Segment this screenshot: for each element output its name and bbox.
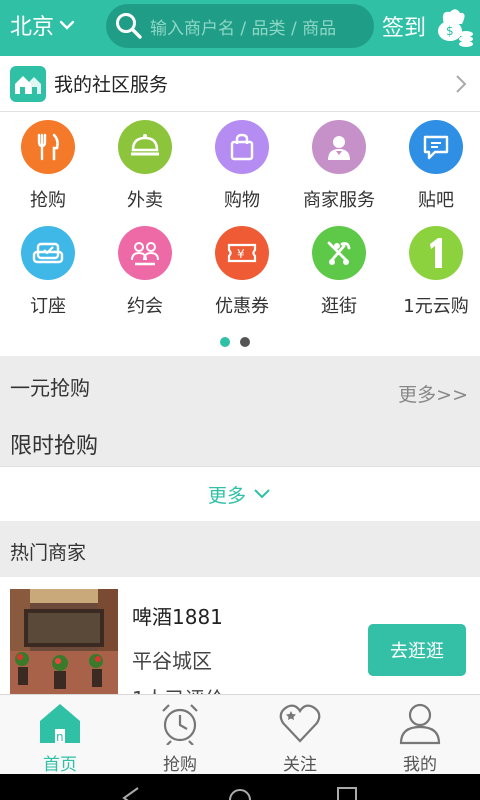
expand-more-button[interactable]: 更多 (0, 466, 480, 521)
service-stroll[interactable]: 逛街 (291, 218, 387, 324)
search-input[interactable]: 输入商户名 / 品类 / 商品 (106, 4, 374, 48)
service-flash-sale[interactable]: 抢购 (0, 112, 96, 218)
home-icon: n (40, 704, 80, 744)
waiter-icon (312, 120, 366, 174)
hot-merchants-title: 热门商家 (10, 542, 87, 564)
service-label: 优惠券 (215, 296, 269, 317)
hot-merchants-header: 热门商家 (0, 521, 480, 577)
service-shopping[interactable]: 购物 (194, 112, 290, 218)
heart-icon (279, 704, 321, 743)
service-label: 抢购 (30, 190, 66, 211)
food-cover-icon (118, 120, 172, 174)
tab-label: 我的 (403, 755, 437, 775)
shopping-bag-icon (215, 120, 269, 174)
community-title: 我的社区服务 (54, 74, 169, 96)
top-bar: 北京 输入商户名 / 品类 / 商品 签到 $ (0, 0, 480, 56)
tab-flash-sale[interactable]: 抢购 (120, 695, 240, 775)
checkin-button[interactable]: 签到 (382, 10, 426, 42)
chevron-down-icon (59, 20, 75, 30)
merchant-area: 平谷城区 (132, 649, 212, 673)
merchant-card[interactable]: 啤酒1881 平谷城区 1人已评价 去逛逛 (0, 577, 480, 694)
city-selector[interactable]: 北京 (10, 10, 76, 40)
service-merchant[interactable]: 商家服务 (291, 112, 387, 218)
service-coupon[interactable]: ¥ 优惠券 (194, 218, 290, 324)
coupon-icon: ¥ (215, 226, 269, 280)
page-indicator (220, 337, 250, 347)
fork-knife-icon (21, 120, 75, 174)
tab-label: 关注 (283, 755, 317, 775)
search-icon (116, 13, 142, 39)
merchant-name: 啤酒1881 (132, 605, 223, 629)
service-label: 订座 (30, 296, 66, 317)
flash-sale-section: 一元抢购 更多>> 限时抢购 (0, 356, 480, 466)
expand-more-label: 更多 (207, 484, 246, 507)
service-label: 贴吧 (418, 190, 454, 211)
one-yuan-icon (409, 226, 463, 280)
chevron-down-icon (254, 489, 270, 499)
service-label: 约会 (127, 296, 163, 317)
tab-home[interactable]: n 首页 (0, 695, 120, 775)
tab-label: 首页 (43, 755, 77, 775)
person-icon (399, 703, 441, 745)
service-label: 商家服务 (303, 190, 375, 211)
one-yuan-flash-title: 一元抢购 (10, 376, 90, 400)
service-label: 外卖 (127, 190, 163, 211)
visit-store-button[interactable]: 去逛逛 (368, 624, 466, 676)
money-bag-icon[interactable]: $ (434, 4, 474, 48)
recent-apps-icon[interactable] (336, 786, 358, 800)
search-placeholder: 输入商户名 / 品类 / 商品 (150, 18, 337, 39)
service-takeout[interactable]: 外卖 (97, 112, 193, 218)
service-label: 逛街 (321, 296, 357, 317)
community-services-row[interactable]: 我的社区服务 (0, 56, 480, 112)
merchant-reviews: 1人已评价 (132, 683, 225, 694)
more-link[interactable]: 更多>> (398, 380, 468, 407)
chevron-right-icon (456, 75, 467, 93)
tab-follow[interactable]: 关注 (240, 695, 360, 775)
tab-label: 抢购 (163, 755, 197, 775)
tab-mine[interactable]: 我的 (360, 695, 480, 775)
dating-icon (118, 226, 172, 280)
service-one-yuan[interactable]: 1元云购 (388, 218, 480, 324)
merchant-photo[interactable] (10, 589, 118, 694)
home-circle-icon[interactable] (228, 786, 252, 800)
bottom-navigation: n 首页 抢购 关注 我的 (0, 694, 480, 775)
page-dot-active[interactable] (220, 337, 230, 347)
service-forum[interactable]: 贴吧 (388, 112, 480, 218)
chat-bubble-icon (409, 120, 463, 174)
service-label: 1元云购 (403, 296, 469, 317)
sofa-icon (21, 226, 75, 280)
svg-text:$: $ (446, 24, 454, 38)
limited-time-title: 限时抢购 (10, 434, 99, 459)
svg-text:n: n (56, 730, 64, 744)
service-grid: 抢购 外卖 购物 商家服务 贴吧 订座 约会 ¥ 优惠券 逛街 1元云购 (0, 112, 480, 356)
page-dot[interactable] (240, 337, 250, 347)
stroller-icon (312, 226, 366, 280)
service-dating[interactable]: 约会 (97, 218, 193, 324)
svg-text:¥: ¥ (237, 247, 245, 261)
service-label: 购物 (224, 190, 260, 211)
alarm-clock-icon (162, 704, 198, 746)
service-reserve[interactable]: 订座 (0, 218, 96, 324)
system-nav-bar (0, 774, 480, 800)
back-icon[interactable] (120, 786, 140, 800)
community-houses-icon (10, 65, 46, 102)
city-label: 北京 (10, 15, 55, 40)
